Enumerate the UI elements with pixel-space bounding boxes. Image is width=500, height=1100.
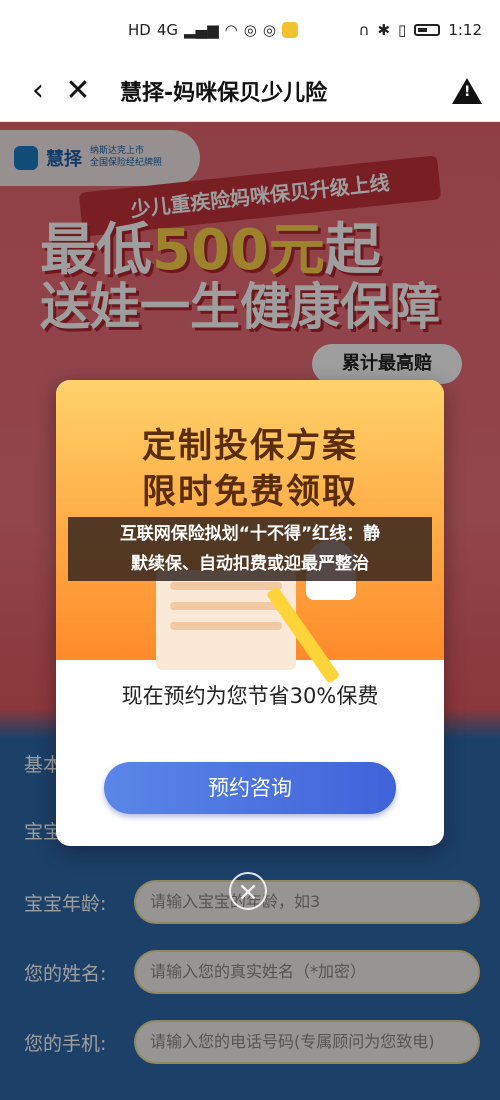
app-icon: ◎ [243, 21, 257, 39]
page-title: 慧择-妈咪保贝少儿险 [120, 80, 328, 106]
app-icon-2: ◎ [262, 21, 276, 39]
book-consultation-button[interactable]: 预约咨询 [104, 762, 396, 814]
headphone-icon: ∩ [358, 21, 370, 39]
nav-bar: ‹ ✕ 慧择-妈咪保贝少儿险 ! [0, 60, 500, 122]
document-illustration [156, 570, 296, 670]
vibrate-icon: ▯ [398, 21, 407, 39]
status-bar: HD 4G ▂▄▆ ◠ ◎ ◎ ∩ ✱ ▯ 1:12 [0, 0, 500, 60]
back-icon[interactable]: ‹ [18, 75, 58, 106]
news-caption: 互联网保险拟划“十不得”红线：静 默续保、自动扣费或迎最严整治 [68, 517, 432, 581]
close-icon[interactable]: ✕ [58, 75, 98, 106]
status-time: 1:12 [448, 21, 482, 39]
news-caption-line-2: 默续保、自动扣费或迎最严整治 [131, 554, 369, 574]
modal-close-icon[interactable]: × [229, 872, 267, 910]
modal-subtitle: 现在预约为您节省30%保费 [121, 684, 379, 708]
hd-icon: HD [128, 21, 151, 39]
message-icon [281, 22, 298, 38]
modal-headline-1: 定制投保方案 [142, 426, 358, 466]
modal-headline-2: 限时免费领取 [142, 472, 358, 512]
signal-4g-label: 4G [156, 21, 179, 39]
wifi-icon: ◠ [224, 21, 238, 39]
status-right-icons: ∩ ✱ ▯ 1:12 [358, 21, 482, 39]
signal-icon: ▂▄▆ [184, 21, 219, 39]
status-left-icons: HD 4G ▂▄▆ ◠ ◎ ◎ [128, 21, 298, 39]
news-caption-line-1: 互联网保险拟划“十不得”红线：静 [119, 524, 381, 544]
bluetooth-icon: ✱ [377, 21, 391, 39]
battery-icon [414, 24, 441, 36]
warning-icon[interactable]: ! [452, 77, 482, 104]
promo-modal: 定制投保方案 限时免费领取 现在预约为您节省30%保费 预约咨询 [56, 380, 444, 846]
